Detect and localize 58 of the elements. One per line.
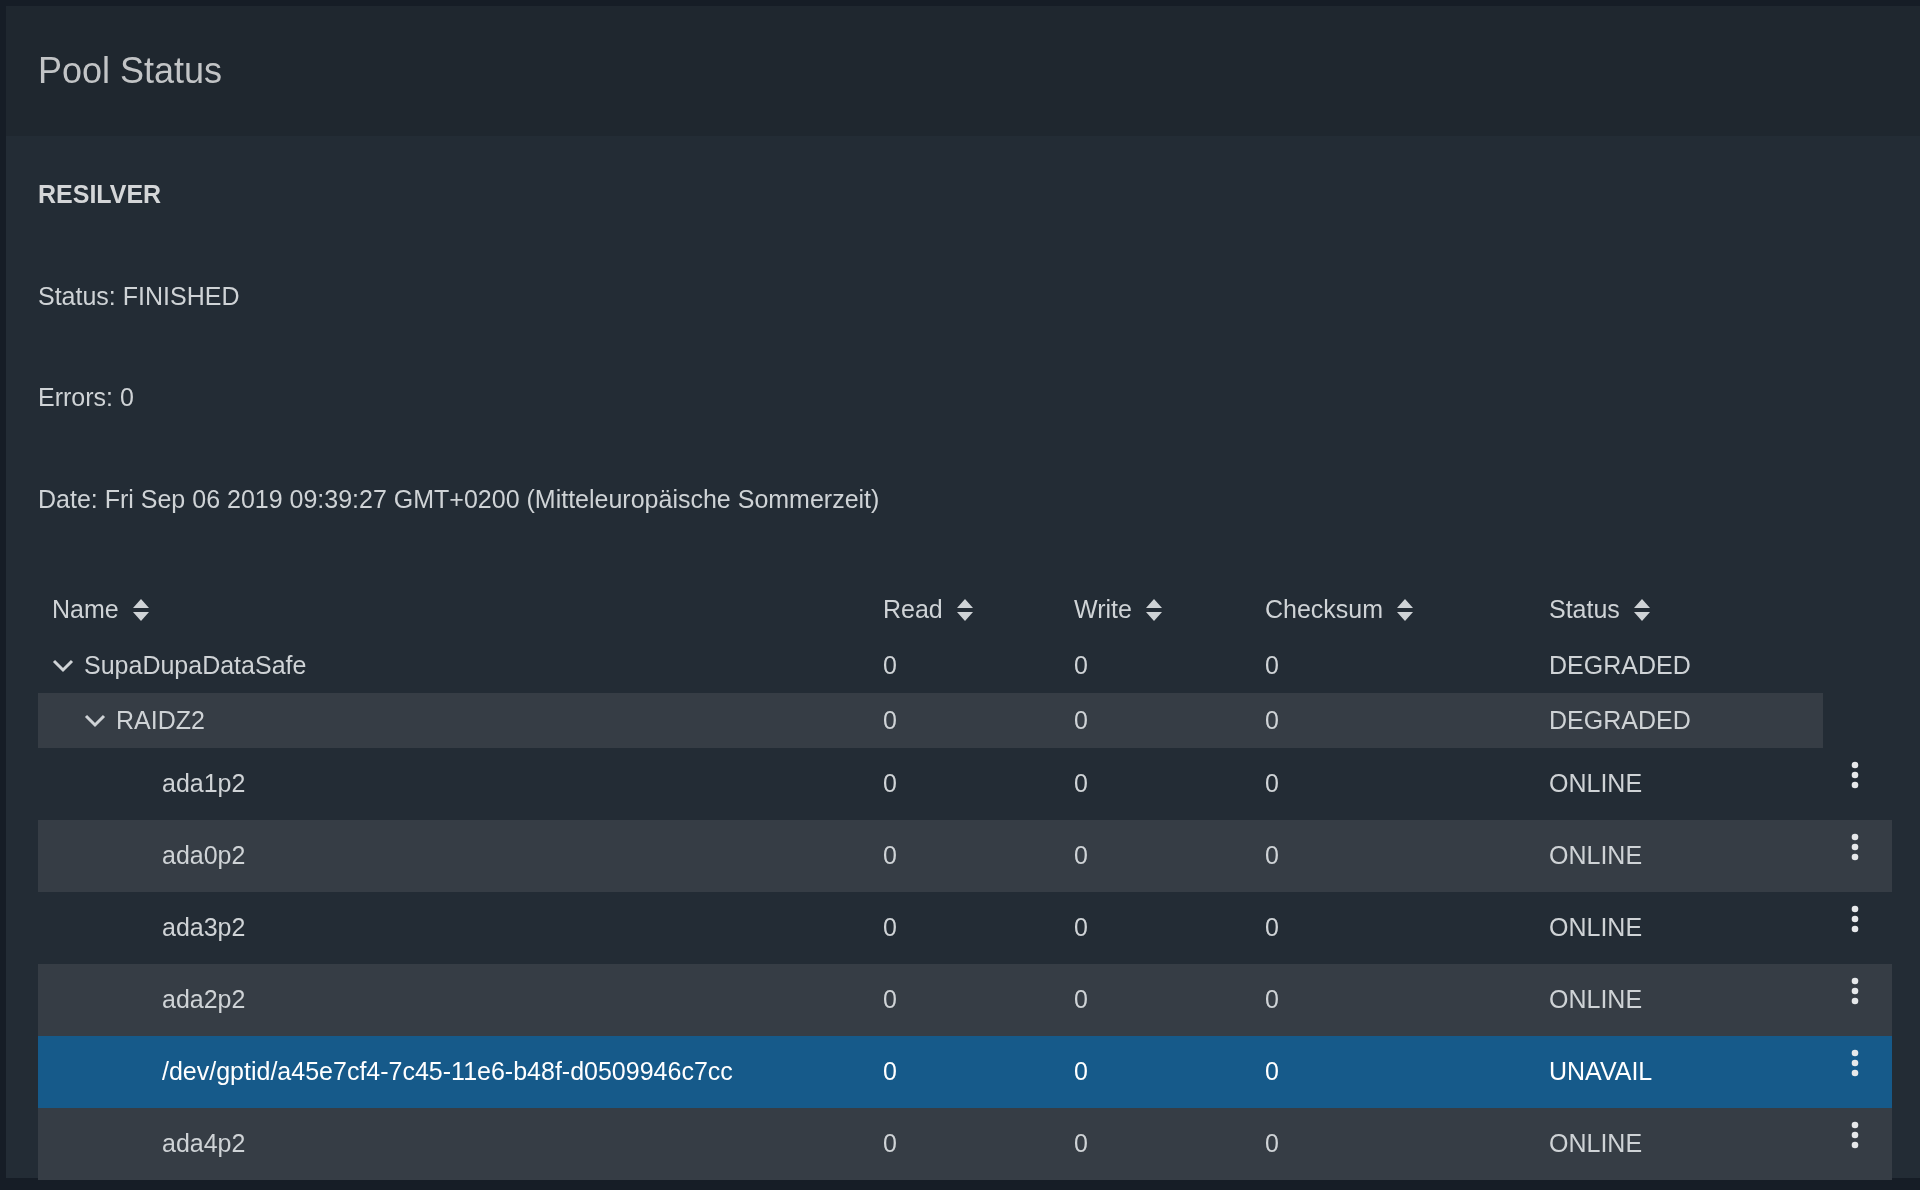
column-header[interactable]: Write xyxy=(1074,591,1265,629)
read-errors: 0 xyxy=(883,913,897,942)
scan-date: Date: Fri Sep 06 2019 09:39:27 GMT+0200 (Mitteleuropäische Sommerzeit) xyxy=(38,483,881,515)
checksum-errors: 0 xyxy=(1265,705,1279,734)
read-errors: 0 xyxy=(883,1057,897,1086)
device-name: ada2p2 xyxy=(162,984,246,1016)
checksum-errors: 0 xyxy=(1265,1057,1279,1086)
checksum-errors: 0 xyxy=(1265,841,1279,870)
column-header[interactable]: Name xyxy=(52,591,149,629)
device-name: RAIDZ2 xyxy=(116,704,205,736)
device-status: ONLINE xyxy=(1549,841,1643,870)
device-name: ada3p2 xyxy=(162,912,246,944)
read-errors: 0 xyxy=(883,705,897,734)
scan-heading: RESILVER xyxy=(38,179,163,210)
write-errors: 0 xyxy=(1074,769,1088,798)
table-row[interactable]: ada3p2 0 0 0 ONLINE xyxy=(38,892,1892,964)
read-errors: 0 xyxy=(883,650,897,679)
table-row[interactable]: RAIDZ2 0 0 0 DEGRADED xyxy=(38,693,1823,748)
device-status: ONLINE xyxy=(1549,913,1643,942)
write-errors: 0 xyxy=(1074,1057,1088,1086)
write-errors: 0 xyxy=(1074,841,1088,870)
read-errors: 0 xyxy=(883,1129,897,1158)
table-row[interactable]: /dev/gptid/a45e7cf4-7c45-11e6-b48f-d0509946c7cc 0 0 0 UNAVAIL xyxy=(38,1036,1892,1108)
write-errors: 0 xyxy=(1074,650,1088,679)
write-errors: 0 xyxy=(1074,913,1088,942)
column-header[interactable]: Checksum xyxy=(1265,591,1549,629)
read-errors: 0 xyxy=(883,985,897,1014)
device-status: UNAVAIL xyxy=(1549,1057,1653,1086)
read-errors: 0 xyxy=(883,769,897,798)
scan-status: Status: FINISHED xyxy=(38,280,241,312)
table-row[interactable]: SupaDupaDataSafe 0 0 0 DEGRADED xyxy=(38,638,1823,693)
device-name: ada4p2 xyxy=(162,1128,246,1160)
device-name: ada0p2 xyxy=(162,840,246,872)
device-name: SupaDupaDataSafe xyxy=(84,649,307,681)
device-name: /dev/gptid/a45e7cf4-7c45-11e6-b48f-d0509946c7cc xyxy=(162,1056,733,1088)
table-row[interactable]: ada0p2 0 0 0 ONLINE xyxy=(38,820,1892,892)
write-errors: 0 xyxy=(1074,705,1088,734)
checksum-errors: 0 xyxy=(1265,985,1279,1014)
column-header[interactable]: Status xyxy=(1549,591,1817,629)
write-errors: 0 xyxy=(1074,985,1088,1014)
scan-errors: Errors: 0 xyxy=(38,382,135,413)
checksum-errors: 0 xyxy=(1265,1129,1279,1158)
table-row[interactable]: ada1p2 0 0 0 ONLINE xyxy=(38,748,1892,820)
table-row[interactable]: ada2p2 0 0 0 ONLINE xyxy=(38,964,1892,1036)
device-name: ada1p2 xyxy=(162,768,246,800)
device-status: ONLINE xyxy=(1549,1129,1643,1158)
device-status: DEGRADED xyxy=(1549,650,1691,679)
write-errors: 0 xyxy=(1074,1129,1088,1158)
checksum-errors: 0 xyxy=(1265,650,1279,679)
device-status: ONLINE xyxy=(1549,985,1643,1014)
panel-title: Pool Status xyxy=(38,49,223,93)
device-status: DEGRADED xyxy=(1549,705,1691,734)
table-row[interactable]: ada4p2 0 0 0 ONLINE xyxy=(38,1108,1892,1180)
column-header[interactable]: Read xyxy=(883,591,1074,629)
checksum-errors: 0 xyxy=(1265,769,1279,798)
checksum-errors: 0 xyxy=(1265,913,1279,942)
device-status: ONLINE xyxy=(1549,769,1643,798)
read-errors: 0 xyxy=(883,841,897,870)
